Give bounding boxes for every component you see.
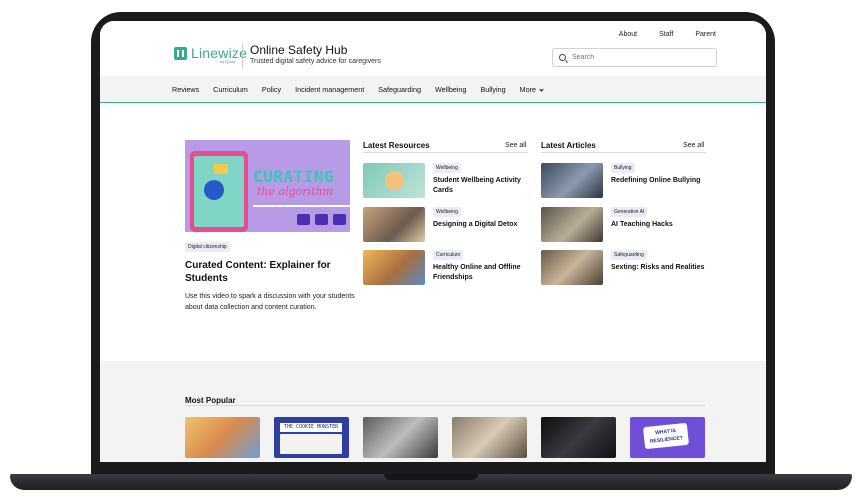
site-tagline: Trusted digital safety advice for caregi… xyxy=(250,58,381,65)
comment-icon xyxy=(297,214,310,225)
browser-screen: Linewize by Qoria Online Safety Hub Trus… xyxy=(100,21,766,462)
resource-title-2[interactable]: Designing a Digital Detox xyxy=(433,220,528,230)
resource-title-1[interactable]: Student Wellbeing Activity Cards xyxy=(433,176,528,196)
logo-sub: by Qoria xyxy=(220,59,236,64)
articles-rule xyxy=(541,152,706,153)
articles-see-all[interactable]: See all xyxy=(683,142,704,149)
resource-thumb-1[interactable] xyxy=(363,163,425,198)
nav-safeguarding[interactable]: Safeguarding xyxy=(378,85,421,94)
nav-incident-management[interactable]: Incident management xyxy=(295,85,364,94)
nav-bullying[interactable]: Bullying xyxy=(480,85,505,94)
resources-heading: Latest Resources xyxy=(363,141,430,150)
feature-description: Use this video to spark a discussion wit… xyxy=(185,293,355,311)
article-title-1[interactable]: Redefining Online Bullying xyxy=(611,176,706,186)
article-title-3[interactable]: Sexting: Risks and Realities xyxy=(611,263,706,273)
popular-thumb-2[interactable]: THE COOKIE MONSTER xyxy=(274,417,349,458)
article-tag-1[interactable]: Bullying xyxy=(611,163,635,173)
site-title: Online Safety Hub xyxy=(250,43,348,57)
feature-image-title: CURATING xyxy=(253,167,335,186)
phone-illustration xyxy=(190,151,248,232)
nav-more[interactable]: More xyxy=(519,85,544,94)
article-tag-2[interactable]: Generative AI xyxy=(611,207,648,217)
link-about[interactable]: About xyxy=(619,31,637,38)
popular-thumb-3[interactable] xyxy=(363,417,438,458)
laptop-notch xyxy=(384,474,478,480)
resources-rule xyxy=(363,152,528,153)
popular-heading: Most Popular xyxy=(185,396,236,405)
resource-tag-3[interactable]: Curriculum xyxy=(433,250,464,260)
heart-icon xyxy=(333,214,346,225)
article-thumb-3[interactable] xyxy=(541,250,603,285)
resources-see-all[interactable]: See all xyxy=(505,142,526,149)
resource-tag-2[interactable]: Wellbeing xyxy=(433,207,461,217)
articles-heading: Latest Articles xyxy=(541,141,596,150)
search-box[interactable] xyxy=(552,48,717,67)
nav-wellbeing[interactable]: Wellbeing xyxy=(435,85,466,94)
article-thumb-2[interactable] xyxy=(541,207,603,242)
top-links: About Staff Parent xyxy=(619,31,716,38)
popular-rule xyxy=(185,405,705,406)
cookie-monster-label: THE COOKIE MONSTER xyxy=(280,423,342,432)
article-tag-3[interactable]: Safeguarding xyxy=(611,250,647,260)
most-popular-section: Most Popular THE COOKIE MONSTER WHAT IS … xyxy=(100,361,766,462)
resource-title-3[interactable]: Healthy Online and Offline Friendships xyxy=(433,263,528,283)
feature-tag[interactable]: Digital citizenship xyxy=(185,242,230,252)
popular-thumb-5[interactable] xyxy=(541,417,616,458)
search-icon xyxy=(559,54,566,61)
link-staff[interactable]: Staff xyxy=(659,31,673,38)
chevron-down-icon xyxy=(539,87,544,92)
link-parent[interactable]: Parent xyxy=(695,31,716,38)
linewize-logo-icon xyxy=(174,46,187,60)
site-header: Linewize by Qoria Online Safety Hub Trus… xyxy=(100,21,766,76)
feature-image-subtitle: the algorithm xyxy=(257,185,333,198)
nav-curriculum[interactable]: Curriculum xyxy=(213,85,248,94)
main-nav: Reviews Curriculum Policy Incident manag… xyxy=(100,76,766,103)
nav-more-label: More xyxy=(519,85,536,94)
popular-thumb-1[interactable] xyxy=(185,417,260,458)
popular-thumb-6[interactable]: WHAT IS RESILIENCE? xyxy=(630,417,705,458)
smiley-icon xyxy=(385,171,404,190)
resilience-label: WHAT IS RESILIENCE? xyxy=(642,422,690,450)
resource-thumb-3[interactable] xyxy=(363,250,425,285)
user-icon xyxy=(315,214,328,225)
feature-title[interactable]: Curated Content: Explainer for Students xyxy=(185,259,355,285)
resource-thumb-2[interactable] xyxy=(363,207,425,242)
search-input[interactable] xyxy=(572,54,702,61)
resource-tag-1[interactable]: Wellbeing xyxy=(433,163,461,173)
popular-thumb-4[interactable] xyxy=(452,417,527,458)
feature-image-bubbles xyxy=(297,214,346,225)
linewize-logo[interactable]: Linewize xyxy=(174,45,247,61)
feature-image[interactable]: CURATING the algorithm xyxy=(185,140,350,232)
article-thumb-1[interactable] xyxy=(541,163,603,198)
nav-policy[interactable]: Policy xyxy=(262,85,281,94)
feature-image-rule xyxy=(253,205,350,207)
header-divider xyxy=(242,43,243,69)
article-title-2[interactable]: AI Teaching Hacks xyxy=(611,220,706,230)
nav-reviews[interactable]: Reviews xyxy=(172,85,199,94)
cookie-monster-panel xyxy=(280,434,342,454)
